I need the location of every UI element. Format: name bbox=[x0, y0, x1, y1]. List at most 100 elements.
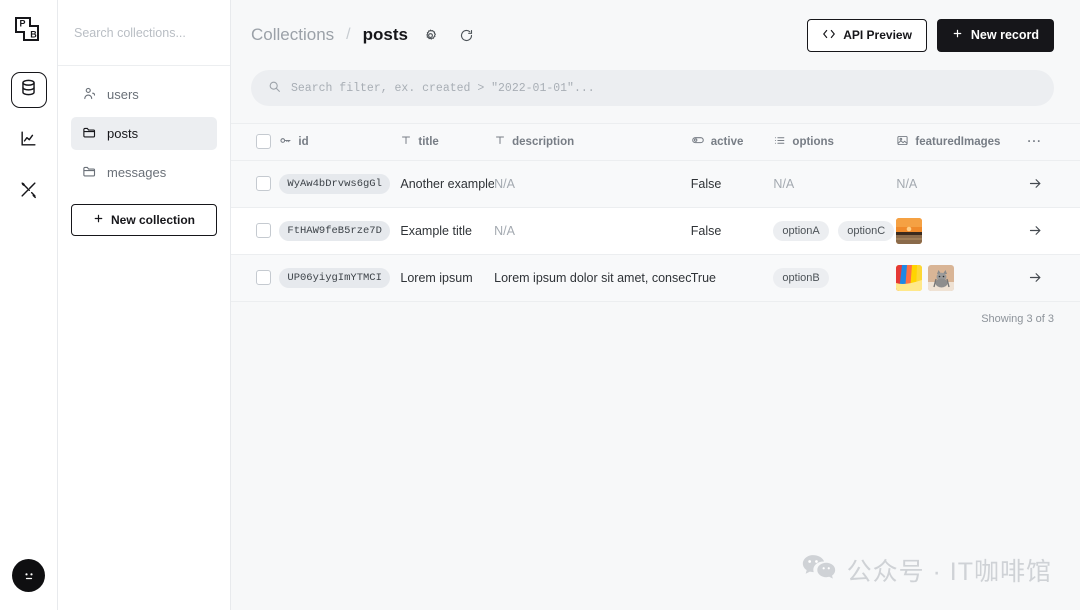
row-select-cell bbox=[231, 207, 280, 255]
folder-icon bbox=[82, 164, 97, 182]
cell-options: optionB bbox=[773, 254, 897, 302]
code-icon bbox=[822, 28, 836, 43]
select-all-checkbox[interactable] bbox=[256, 134, 271, 150]
breadcrumb-current: posts bbox=[362, 25, 408, 44]
cell-featured-images bbox=[896, 207, 1028, 255]
key-icon bbox=[279, 134, 292, 150]
rainbow-thumbnail[interactable] bbox=[896, 264, 923, 291]
cell-open-row[interactable] bbox=[1027, 160, 1080, 208]
search-filter-placeholder: Search filter, ex. created > "2022-01-01… bbox=[291, 81, 595, 95]
search-icon bbox=[268, 80, 281, 97]
users-icon bbox=[82, 86, 97, 104]
pocketbase-logo-icon[interactable]: P B bbox=[9, 10, 49, 50]
cell-id: FtHAW9feB5rze7D bbox=[279, 207, 401, 255]
sidebar-item-users[interactable]: users bbox=[71, 78, 217, 111]
row-select-cell bbox=[231, 254, 280, 302]
sunset-beach-thumbnail[interactable] bbox=[896, 217, 923, 244]
column-header-description[interactable]: description bbox=[494, 124, 691, 161]
row-checkbox[interactable] bbox=[256, 176, 271, 191]
filter-bar: Search filter, ex. created > "2022-01-01… bbox=[231, 70, 1080, 106]
row-select-cell bbox=[231, 160, 280, 208]
table-row[interactable]: FtHAW9feB5rze7D Example title N/A False … bbox=[231, 207, 1080, 255]
cell-options: optionA optionC bbox=[773, 207, 897, 255]
cell-id: UP06yiygImYTMCI bbox=[279, 254, 401, 302]
rail-item-collections[interactable] bbox=[10, 72, 47, 108]
records-count: Showing 3 of 3 bbox=[231, 301, 1080, 325]
row-checkbox[interactable] bbox=[256, 270, 271, 285]
list-icon bbox=[773, 134, 786, 150]
search-collections-input[interactable]: Search collections... bbox=[58, 0, 230, 66]
new-record-label: New record bbox=[970, 28, 1039, 42]
rail-item-logs[interactable] bbox=[11, 123, 47, 159]
api-preview-label: API Preview bbox=[843, 28, 912, 42]
row-checkbox[interactable] bbox=[256, 223, 271, 238]
new-collection-label: New collection bbox=[110, 213, 196, 227]
record-id-pill: FtHAW9feB5rze7D bbox=[279, 220, 390, 241]
cell-featured-images bbox=[896, 254, 1028, 302]
table-row[interactable]: WyAw4bDrvws6gGl Another example N/A Fals… bbox=[231, 160, 1080, 208]
column-header-title[interactable]: title bbox=[400, 124, 495, 161]
more-options-icon: ··· bbox=[1027, 135, 1042, 148]
search-filter-input[interactable]: Search filter, ex. created > "2022-01-01… bbox=[251, 70, 1054, 106]
column-label: active bbox=[710, 135, 744, 148]
record-id-pill: WyAw4bDrvws6gGl bbox=[279, 173, 390, 194]
cell-featured-images: N/A bbox=[896, 160, 1028, 208]
column-label: id bbox=[298, 135, 309, 148]
cell-title: Example title bbox=[400, 207, 495, 255]
column-header-active[interactable]: active bbox=[690, 124, 774, 161]
cell-active: False bbox=[690, 160, 774, 208]
gear-icon[interactable] bbox=[418, 22, 444, 48]
chart-logs-icon bbox=[19, 129, 38, 153]
tools-settings-icon bbox=[19, 180, 38, 204]
rail-item-settings[interactable] bbox=[11, 174, 47, 210]
sidebar-item-messages[interactable]: messages bbox=[71, 156, 217, 189]
new-collection-button[interactable]: New collection bbox=[71, 204, 217, 236]
toggle-icon bbox=[691, 133, 705, 150]
cell-open-row[interactable] bbox=[1027, 207, 1080, 255]
cell-open-row[interactable] bbox=[1027, 254, 1080, 302]
arrow-right-icon bbox=[1028, 223, 1080, 238]
cell-active: True bbox=[690, 254, 774, 302]
column-header-more[interactable]: ··· bbox=[1027, 124, 1080, 161]
column-label: featuredImages bbox=[915, 135, 1001, 148]
folder-icon bbox=[82, 125, 97, 143]
column-label: description bbox=[512, 135, 575, 148]
breadcrumb-root[interactable]: Collections bbox=[251, 25, 334, 45]
collections-list: users posts messages bbox=[58, 66, 230, 195]
record-id-pill: UP06yiygImYTMCI bbox=[279, 267, 390, 288]
column-label: options bbox=[792, 135, 834, 148]
topbar: Collections / posts API Preview New reco… bbox=[231, 0, 1080, 70]
column-header-options[interactable]: options bbox=[773, 124, 897, 161]
table-header-row: id title description active options feat… bbox=[231, 124, 1080, 161]
cell-title: Lorem ipsum bbox=[400, 254, 495, 302]
api-preview-button[interactable]: API Preview bbox=[807, 18, 927, 52]
wechat-icon bbox=[802, 553, 836, 588]
collections-sidebar: Search collections... users posts messag… bbox=[58, 0, 231, 610]
main-content: Collections / posts API Preview New reco… bbox=[231, 0, 1080, 610]
avatar[interactable] bbox=[12, 559, 45, 592]
cell-active: False bbox=[690, 207, 774, 255]
cell-description: N/A bbox=[494, 207, 691, 255]
records-table: id title description active options feat… bbox=[231, 123, 1080, 302]
sidebar-item-label: posts bbox=[107, 126, 139, 141]
database-icon bbox=[19, 78, 38, 102]
refresh-icon[interactable] bbox=[454, 22, 480, 48]
option-tag: optionA bbox=[773, 220, 829, 241]
option-tag: optionC bbox=[838, 220, 895, 241]
option-tag: optionB bbox=[773, 267, 829, 288]
table-row[interactable]: UP06yiygImYTMCI Lorem ipsum Lorem ipsum … bbox=[231, 254, 1080, 302]
text-icon bbox=[400, 134, 412, 149]
new-record-button[interactable]: New record bbox=[936, 18, 1054, 52]
column-header-id[interactable]: id bbox=[279, 124, 401, 161]
icon-rail: P B bbox=[0, 0, 58, 610]
text-icon bbox=[494, 134, 506, 149]
cat-thumbnail[interactable] bbox=[928, 264, 955, 291]
watermark-text: 公众号 · IT咖啡馆 bbox=[846, 558, 1052, 586]
plus-icon bbox=[93, 213, 104, 227]
image-icon bbox=[896, 134, 909, 150]
sidebar-item-posts[interactable]: posts bbox=[71, 117, 217, 150]
watermark: 公众号 · IT咖啡馆 bbox=[802, 552, 1052, 588]
column-header-featured-images[interactable]: featuredImages bbox=[896, 124, 1028, 161]
cell-options: N/A bbox=[773, 160, 897, 208]
cell-description: N/A bbox=[494, 160, 691, 208]
